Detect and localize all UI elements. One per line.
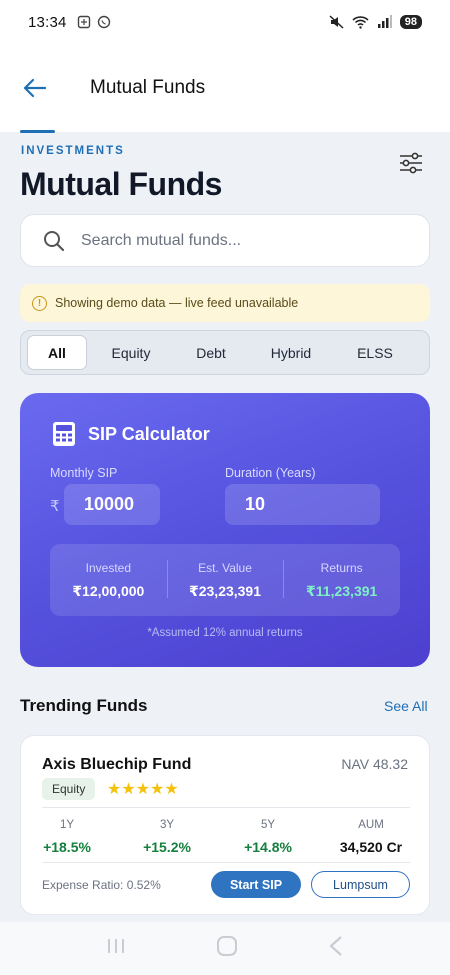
status-time: 13:34 (28, 13, 67, 31)
back-button[interactable] (22, 75, 48, 101)
result-label: Est. Value (198, 560, 252, 575)
stat-value: +14.8% (244, 839, 292, 855)
filter-button[interactable] (396, 148, 426, 178)
trending-title: Trending Funds (20, 696, 148, 715)
category-badge: Equity (42, 778, 96, 800)
divider (42, 807, 410, 808)
stat-label: 3Y (159, 819, 175, 831)
stat-aum: AUM 34,520 Cr (331, 819, 411, 855)
active-tab-indicator (20, 130, 55, 133)
currency-prefix: ₹ (50, 498, 60, 515)
status-bar: 13:34 98 (0, 0, 450, 44)
system-status-icons: 98 (329, 15, 422, 29)
stat-1y: 1Y +18.5% (27, 819, 107, 855)
notification-icons (77, 15, 111, 29)
stat-3y: 3Y +15.2% (127, 819, 207, 855)
warning-icon: ! (32, 295, 47, 311)
stat-label: AUM (358, 819, 384, 831)
stat-value: +18.5% (43, 839, 91, 855)
result-est-value: Est. Value ₹23,23,391 (166, 544, 284, 616)
wifi-icon (352, 16, 369, 29)
category-tabs: All Equity Debt Hybrid ELSS (20, 330, 430, 375)
chevron-left-icon (329, 936, 343, 956)
lumpsum-button[interactable]: Lumpsum (311, 871, 410, 898)
start-sip-button[interactable]: Start SIP (211, 871, 301, 898)
recent-apps-button[interactable] (104, 936, 128, 961)
expense-ratio: Expense Ratio: 0.52% (42, 878, 161, 892)
monthly-sip-input[interactable]: 10000 (64, 484, 160, 525)
search-icon (44, 230, 65, 251)
page-title: Mutual Funds (20, 166, 222, 202)
back-nav-button[interactable] (326, 935, 346, 962)
search-bar[interactable] (20, 214, 430, 267)
signal-icon (377, 15, 392, 28)
sip-results: Invested ₹12,00,000 Est. Value ₹23,23,39… (50, 544, 400, 616)
mute-icon (329, 15, 344, 29)
see-all-link[interactable]: See All (384, 698, 428, 714)
demo-data-banner: ! Showing demo data — live feed unavaila… (20, 284, 430, 322)
stat-value: 34,520 Cr (339, 839, 403, 855)
app-bar: Mutual Funds (0, 44, 450, 132)
fund-name: Axis Bluechip Fund (42, 756, 192, 773)
tab-hybrid[interactable]: Hybrid (247, 335, 335, 370)
fund-nav: NAV 48.32 (341, 756, 408, 772)
monthly-sip-label: Monthly SIP (50, 466, 118, 480)
result-value: ₹11,23,391 (306, 582, 378, 599)
duration-input[interactable]: 10 (225, 484, 380, 525)
app-bar-title: Mutual Funds (90, 77, 206, 98)
calculator-icon (53, 422, 75, 446)
result-invested: Invested ₹12,00,000 (50, 544, 167, 616)
tab-elss[interactable]: ELSS (335, 335, 415, 370)
stat-value: +15.2% (143, 839, 191, 855)
system-nav-bar (0, 922, 450, 975)
stat-5y: 5Y +14.8% (228, 819, 308, 855)
sip-footnote: *Assumed 12% annual returns (147, 627, 303, 639)
star-rating: ★★★★★ (107, 781, 179, 798)
search-input[interactable] (81, 231, 401, 250)
tab-debt[interactable]: Debt (175, 335, 247, 370)
fund-card[interactable]: Axis Bluechip Fund NAV 48.32 Equity ★★★★… (20, 735, 430, 915)
banner-text: Showing demo data — live feed unavailabl… (55, 296, 299, 310)
result-value: ₹23,23,391 (188, 582, 262, 599)
result-label: Invested (85, 560, 132, 575)
whatsapp-notification-icon (97, 15, 110, 29)
battery-indicator: 98 (399, 15, 422, 29)
arrow-left-icon (23, 78, 47, 98)
tab-all[interactable]: All (27, 335, 87, 370)
stat-label: 1Y (59, 819, 75, 831)
sip-calculator-card: SIP Calculator Monthly SIP Duration (Yea… (20, 393, 430, 667)
result-value: ₹12,00,000 (72, 582, 145, 599)
sip-title: SIP Calculator (88, 423, 210, 444)
home-icon (216, 936, 237, 956)
sip-header: SIP Calculator (52, 421, 210, 447)
divider (42, 862, 410, 863)
recents-icon (107, 939, 124, 953)
screenshot-notification-icon (77, 15, 90, 29)
tab-equity[interactable]: Equity (87, 335, 175, 370)
result-label: Returns (320, 560, 363, 575)
sliders-icon (400, 152, 422, 174)
result-returns: Returns ₹11,23,391 (283, 544, 400, 616)
duration-label: Duration (Years) (225, 466, 316, 480)
stat-label: 5Y (260, 819, 276, 831)
home-button[interactable] (215, 934, 239, 963)
section-eyebrow: INVESTMENTS (21, 145, 125, 157)
